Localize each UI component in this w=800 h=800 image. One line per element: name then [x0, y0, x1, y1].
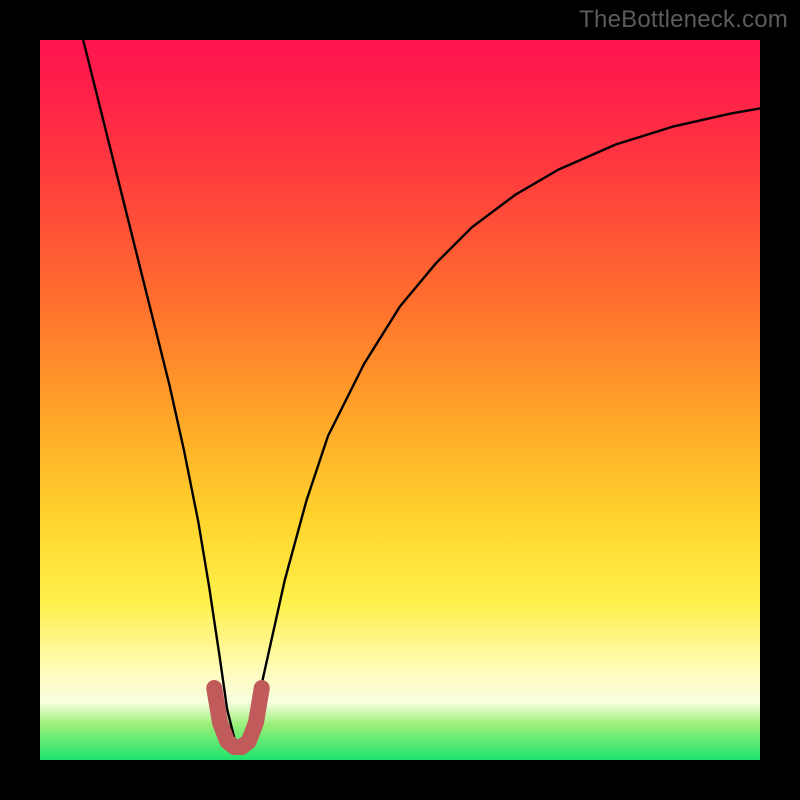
- curve-svg: [40, 40, 760, 760]
- plot-area: [40, 40, 760, 760]
- chart-frame: TheBottleneck.com: [0, 0, 800, 800]
- watermark-text: TheBottleneck.com: [579, 6, 788, 34]
- bottleneck-curve-path: [83, 40, 760, 746]
- optimal-highlight-path: [214, 688, 262, 747]
